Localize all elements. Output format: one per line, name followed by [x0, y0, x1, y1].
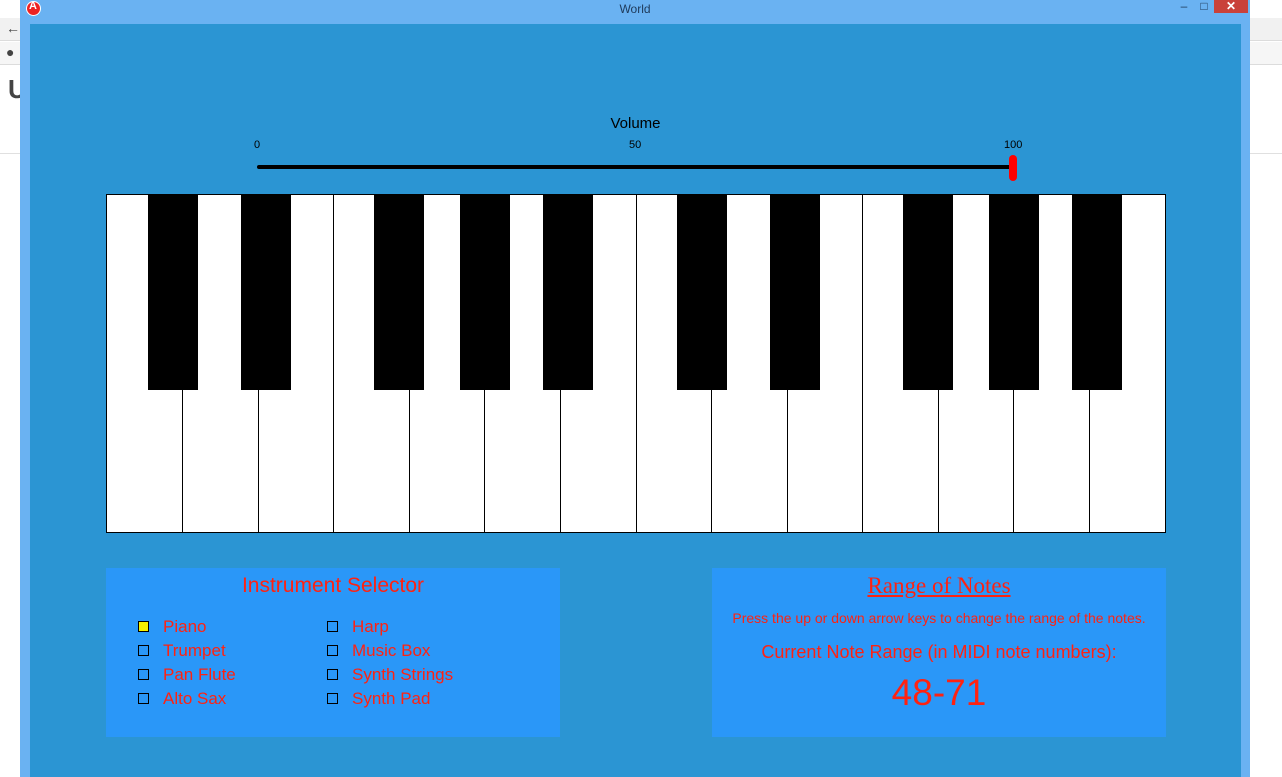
instrument-checkbox[interactable]: [138, 645, 149, 656]
black-key[interactable]: [148, 195, 198, 390]
black-key[interactable]: [903, 195, 953, 390]
white-key-divider: [636, 195, 637, 532]
world-window: A World – □ ✕ Volume 0 50 100 Instrument…: [20, 0, 1250, 777]
volume-slider-thumb[interactable]: [1009, 155, 1017, 181]
instrument-label: Alto Sax: [163, 689, 227, 708]
black-key[interactable]: [989, 195, 1039, 390]
black-key[interactable]: [770, 195, 820, 390]
close-button[interactable]: ✕: [1214, 0, 1248, 13]
instrument-checkbox[interactable]: [327, 621, 338, 632]
piano-keyboard[interactable]: [106, 194, 1166, 533]
maximize-button[interactable]: □: [1192, 0, 1216, 14]
volume-title: Volume: [610, 115, 661, 132]
instrument-label: Harp: [352, 617, 389, 636]
volume-tick-mid: 50: [629, 139, 642, 151]
instrument-label: Trumpet: [163, 641, 226, 660]
favicon-icon: ●: [6, 44, 15, 60]
instrument-checkbox[interactable]: [327, 693, 338, 704]
current-range-label: Current Note Range (in MIDI note numbers…: [761, 642, 1117, 662]
instrument-label: Pan Flute: [163, 665, 236, 684]
world-canvas: Volume 0 50 100 Instrument Selector Pian…: [30, 24, 1241, 777]
instrument-selector-panel: Instrument Selector Piano Trumpet Pan Flut…: [106, 568, 560, 737]
volume-tick-min: 0: [254, 139, 261, 151]
range-hint-text: Press the up or down arrow keys to chang…: [732, 610, 1146, 626]
white-key-divider: [862, 195, 863, 532]
instrument-checkbox[interactable]: [138, 693, 149, 704]
instrument-label: Piano: [163, 617, 207, 636]
instrument-checkbox[interactable]: [327, 669, 338, 680]
instrument-label: Synth Strings: [352, 665, 454, 684]
black-key[interactable]: [374, 195, 424, 390]
instrument-checkbox[interactable]: [327, 645, 338, 656]
window-title: World: [619, 2, 651, 16]
instrument-checkbox[interactable]: [138, 669, 149, 680]
black-key[interactable]: [543, 195, 593, 390]
black-key[interactable]: [241, 195, 291, 390]
title-bar[interactable]: A World – □ ✕: [20, 0, 1250, 18]
back-arrow-icon: ←: [6, 20, 20, 36]
current-range-value: 48-71: [891, 672, 987, 713]
black-key[interactable]: [460, 195, 510, 390]
volume-slider-track[interactable]: [257, 165, 1014, 169]
volume-tick-max: 100: [1004, 139, 1023, 151]
white-key-divider: [333, 195, 334, 532]
black-key[interactable]: [1072, 195, 1122, 390]
instrument-selector-title: Instrument Selector: [241, 574, 425, 597]
range-of-notes-panel: Range of Notes Press the up or down arro…: [712, 568, 1166, 737]
range-of-notes-title: Range of Notes: [867, 573, 1011, 598]
instrument-label: Synth Pad: [352, 689, 431, 708]
instrument-label: Music Box: [352, 641, 431, 660]
black-key[interactable]: [677, 195, 727, 390]
instrument-checkbox[interactable]: [138, 621, 149, 632]
